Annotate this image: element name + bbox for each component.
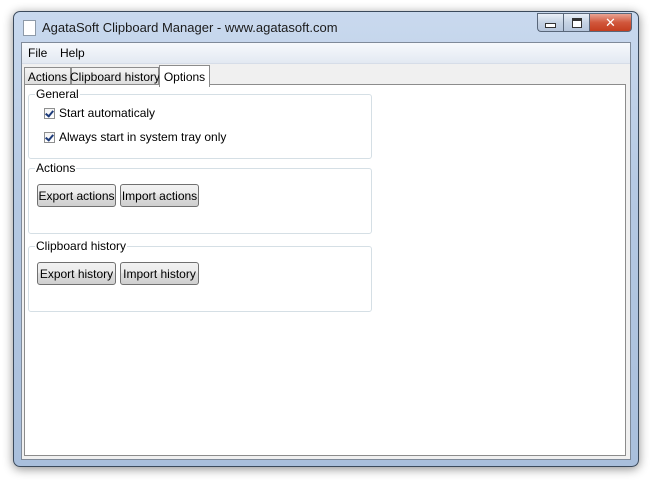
minimize-button[interactable] bbox=[537, 13, 563, 32]
caption-buttons: ✕ bbox=[537, 13, 632, 32]
clipboard-history-group-title: Clipboard history bbox=[35, 239, 128, 253]
minimize-icon bbox=[545, 23, 556, 28]
app-window: AgataSoft Clipboard Manager - www.agatas… bbox=[13, 11, 639, 467]
window-title: AgataSoft Clipboard Manager - www.agatas… bbox=[42, 20, 338, 35]
maximize-button[interactable] bbox=[563, 13, 589, 32]
tab-actions[interactable]: Actions bbox=[24, 67, 71, 85]
title-bar[interactable]: AgataSoft Clipboard Manager - www.agatas… bbox=[14, 12, 638, 42]
actions-group-title: Actions bbox=[35, 161, 77, 175]
start-in-tray-checkbox[interactable] bbox=[44, 131, 55, 143]
general-group-title: General bbox=[35, 87, 80, 101]
start-automatically-checkbox[interactable] bbox=[44, 107, 55, 119]
tab-clipboard-history[interactable]: Clipboard history bbox=[70, 67, 160, 85]
import-actions-button[interactable]: Import actions bbox=[120, 184, 199, 207]
maximize-icon bbox=[571, 17, 582, 28]
client-area: File Help Actions Clipboard history Opti… bbox=[21, 42, 631, 460]
export-history-button[interactable]: Export history bbox=[37, 262, 116, 285]
start-in-tray-label: Always start in system tray only bbox=[59, 130, 227, 144]
close-icon: ✕ bbox=[605, 14, 616, 30]
start-automatically-label: Start automaticaly bbox=[59, 106, 156, 120]
options-panel: General Start automaticaly Always start … bbox=[24, 84, 626, 456]
close-button[interactable]: ✕ bbox=[589, 13, 632, 32]
tab-options[interactable]: Options bbox=[159, 65, 210, 87]
export-actions-button[interactable]: Export actions bbox=[37, 184, 116, 207]
menu-bar: File Help bbox=[22, 43, 630, 64]
app-icon bbox=[23, 20, 36, 36]
actions-group: Actions Export actions Import actions bbox=[28, 161, 372, 234]
general-group: General Start automaticaly Always start … bbox=[28, 87, 372, 159]
import-history-button[interactable]: Import history bbox=[120, 262, 199, 285]
menu-file[interactable]: File bbox=[28, 46, 47, 60]
start-automatically-option[interactable]: Start automaticaly bbox=[44, 106, 155, 120]
clipboard-history-group: Clipboard history Export history Import … bbox=[28, 239, 372, 312]
start-in-tray-option[interactable]: Always start in system tray only bbox=[44, 130, 226, 144]
menu-help[interactable]: Help bbox=[60, 46, 85, 60]
